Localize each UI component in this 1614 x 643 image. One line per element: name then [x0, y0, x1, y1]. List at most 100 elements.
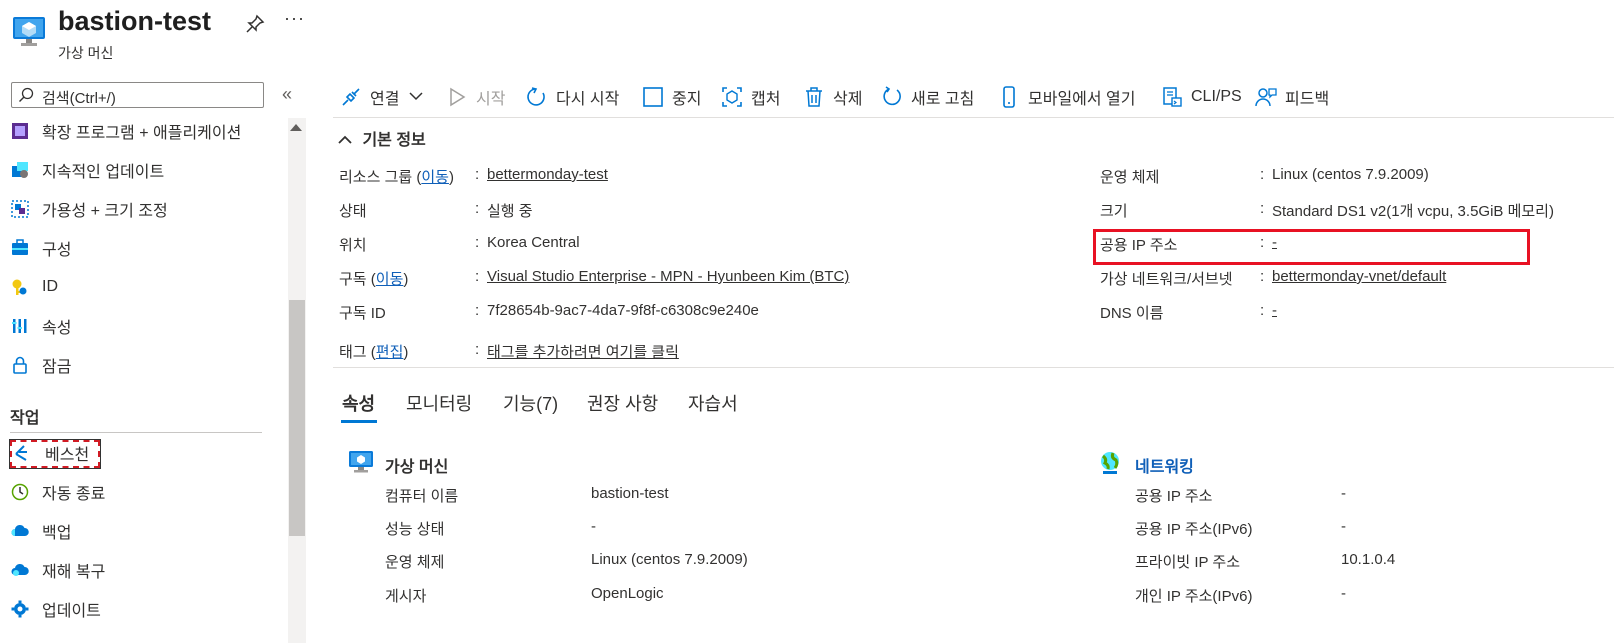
tags-label-row: 태그 (편집): [339, 344, 409, 361]
mobile-phone-icon: [998, 86, 1020, 108]
bastion-icon: [13, 443, 33, 463]
sidebar-item-properties[interactable]: 속성: [10, 311, 71, 341]
tab-recommendations[interactable]: 권장 사항: [587, 390, 658, 416]
essentials-divider: [333, 367, 1614, 368]
extensions-icon: [10, 121, 30, 141]
network-prop-value: -: [1341, 518, 1346, 535]
subscription-link[interactable]: Visual Studio Enterprise - MPN - Hyunbee…: [487, 268, 849, 285]
tab-capabilities[interactable]: 기능(7): [503, 390, 558, 416]
capture-button[interactable]: 캡처: [721, 84, 780, 110]
more-options-button[interactable]: ···: [284, 8, 305, 29]
properties-icon: [10, 316, 30, 336]
start-label: 시작: [476, 91, 506, 108]
virtual-machine-icon: [348, 450, 374, 478]
cli-document-icon: [1161, 86, 1183, 108]
sidebar-item-label: 지속적인 업데이트: [42, 164, 165, 181]
tab-tutorials[interactable]: 자습서: [688, 390, 738, 416]
scroll-up-arrow-icon[interactable]: [290, 124, 302, 131]
restart-icon: [526, 86, 548, 108]
vm-prop-value: OpenLogic: [591, 585, 664, 602]
vm-prop-value: bastion-test: [591, 485, 669, 502]
essentials-toggle[interactable]: 기본 정보: [338, 126, 426, 150]
network-prop-label: 공용 IP 주소: [1135, 488, 1213, 505]
backup-cloud-icon: [10, 521, 30, 541]
delete-button[interactable]: 삭제: [803, 84, 862, 110]
vm-prop-value: Linux (centos 7.9.2009): [591, 551, 748, 568]
sidebar-item-label: 구성: [42, 242, 72, 259]
network-prop-value: -: [1341, 485, 1346, 502]
continuous-update-icon: [10, 160, 30, 180]
collapse-sidebar-button[interactable]: «: [282, 84, 292, 105]
public-ip-link[interactable]: -: [1272, 234, 1277, 251]
resource-group-link[interactable]: bettermonday-test: [487, 166, 608, 183]
sidebar-item-disaster-recovery[interactable]: 재해 복구: [10, 555, 105, 585]
sidebar-item-label: 업데이트: [42, 603, 101, 620]
toolbar-divider: [333, 117, 1614, 118]
tags-label: 태그: [339, 344, 367, 361]
dns-name-link[interactable]: -: [1272, 302, 1277, 319]
start-button[interactable]: 시작: [446, 84, 505, 110]
chevron-up-icon: [338, 132, 362, 149]
colon: :: [1260, 268, 1265, 285]
sidebar-item-extensions[interactable]: 확장 프로그램 + 애플리케이션: [10, 116, 241, 146]
network-prop-label: 프라이빗 IP 주소: [1135, 554, 1241, 571]
resource-group-label: 리소스 그룹: [339, 169, 413, 186]
colon: :: [1260, 200, 1265, 217]
sidebar-item-auto-shutdown[interactable]: 자동 종료: [10, 477, 105, 507]
connect-label: 연결: [370, 91, 400, 108]
stop-button[interactable]: 중지: [642, 84, 701, 110]
vm-section-heading: 가상 머신: [385, 459, 449, 476]
tab-properties[interactable]: 속성: [342, 390, 375, 416]
sidebar-item-label: 확장 프로그램 + 애플리케이션: [42, 125, 242, 142]
sidebar-item-bastion[interactable]: 베스천: [13, 438, 89, 468]
sidebar-item-configuration[interactable]: 구성: [10, 233, 71, 263]
network-prop-value: -: [1341, 585, 1346, 602]
disaster-recovery-cloud-icon: [10, 560, 30, 580]
colon: :: [1260, 166, 1265, 183]
sidebar-item-availability-scaling[interactable]: 가용성 + 크기 조정: [10, 194, 168, 224]
sidebar-item-identity[interactable]: ID: [10, 272, 58, 302]
chevron-down-icon: [409, 88, 423, 106]
colon: :: [475, 166, 480, 183]
virtual-machine-logo-icon: [12, 14, 46, 48]
colon: :: [1260, 234, 1265, 251]
network-prop-value: 10.1.0.4: [1341, 551, 1396, 568]
feedback-label: 피드백: [1285, 91, 1330, 108]
sidebar-item-lock[interactable]: 잠금: [10, 350, 71, 380]
vm-prop-label: 운영 체제: [385, 554, 445, 571]
sidebar-item-continuous-update[interactable]: 지속적인 업데이트: [10, 155, 164, 185]
add-tags-link[interactable]: 태그를 추가하려면 여기를 클릭: [487, 341, 679, 362]
search-input[interactable]: 검색(Ctrl+/): [11, 82, 264, 108]
restart-button[interactable]: 다시 시작: [526, 84, 619, 110]
refresh-button[interactable]: 새로 고침: [881, 84, 974, 110]
sidebar-item-backup[interactable]: 백업: [10, 516, 71, 546]
sidebar-scrollbar-thumb[interactable]: [289, 300, 305, 536]
cli-ps-button[interactable]: CLI/PS: [1161, 84, 1242, 110]
connect-button[interactable]: 연결: [340, 84, 423, 110]
resource-group-move-link[interactable]: 이동: [421, 169, 449, 186]
colon: :: [475, 200, 480, 217]
refresh-icon: [881, 86, 903, 108]
size-label: 크기: [1100, 203, 1128, 220]
subscription-move-link[interactable]: 이동: [376, 271, 404, 288]
play-icon: [446, 86, 468, 108]
vm-prop-label: 게시자: [385, 588, 427, 605]
search-icon: [18, 87, 34, 103]
sidebar-section-operations: 작업: [10, 410, 40, 427]
tags-edit-link[interactable]: 편집: [376, 344, 404, 361]
colon: :: [1260, 302, 1265, 319]
open-in-mobile-button[interactable]: 모바일에서 열기: [998, 84, 1136, 110]
page-subtitle: 가상 머신: [58, 45, 114, 61]
active-tab-indicator: [341, 420, 377, 423]
location-value: Korea Central: [487, 234, 580, 251]
feedback-person-icon: [1255, 86, 1277, 108]
status-value: 실행 중: [487, 203, 533, 220]
vm-prop-value: -: [591, 518, 596, 535]
tab-monitoring[interactable]: 모니터링: [406, 390, 472, 416]
sidebar-item-updates[interactable]: 업데이트: [10, 594, 101, 624]
networking-section-link[interactable]: 네트워킹: [1135, 453, 1194, 477]
feedback-button[interactable]: 피드백: [1255, 84, 1329, 110]
vnet-subnet-link[interactable]: bettermonday-vnet/default: [1272, 268, 1446, 285]
pin-icon[interactable]: [245, 14, 265, 34]
stop-label: 중지: [672, 91, 702, 108]
